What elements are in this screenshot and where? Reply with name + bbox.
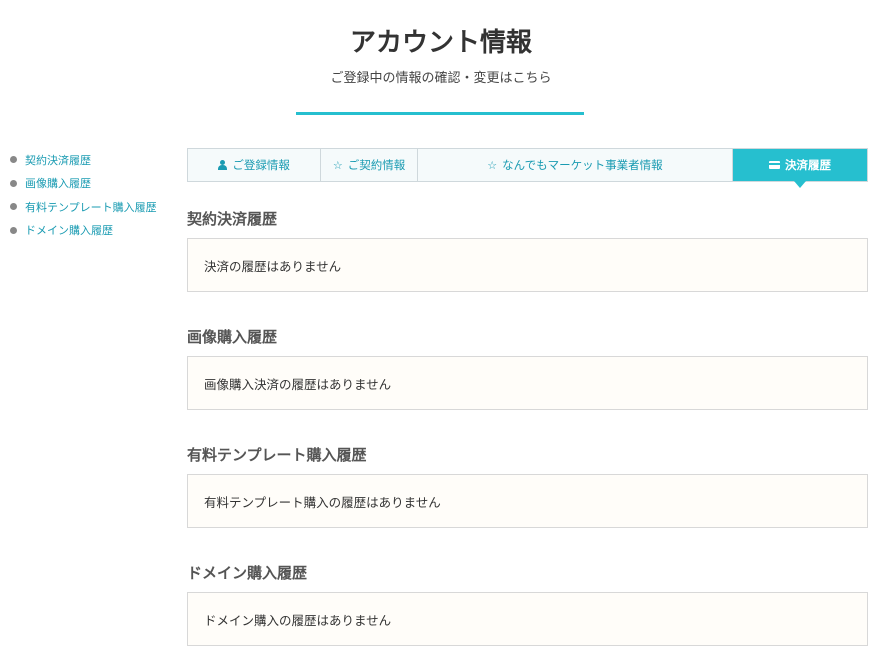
sidebar-item-label: 契約決済履歴 [25,153,91,167]
section-title-domain-purchase: ドメイン購入履歴 [187,564,308,582]
tab-registration-info[interactable]: ご登録情報 [188,149,322,181]
page-subtitle: ご登録中の情報の確認・変更はこちら [330,71,552,86]
sidebar-item-contract-payment-history[interactable]: 契約決済履歴 [10,148,180,172]
sidebar-item-label: 画像購入履歴 [25,177,91,191]
tab-market-business-info[interactable]: ☆ なんでもマーケット事業者情報 [417,149,733,181]
account-page: アカウント情報 ご登録中の情報の確認・変更はこちら 契約決済履歴 画像購入履歴 … [0,0,882,662]
user-icon [218,160,228,170]
star-icon: ☆ [487,158,498,172]
bullet-icon [10,179,17,187]
section-title-image-purchase: 画像購入履歴 [187,328,278,346]
star-icon: ☆ [332,158,343,172]
section-title-contract-payment: 契約決済履歴 [187,210,278,228]
section-title-template-purchase: 有料テンプレート購入履歴 [187,446,367,464]
empty-message: 有料テンプレート購入の履歴はありません [204,494,441,510]
page-title: アカウント情報 [349,28,532,58]
sidebar-item-label: ドメイン購入履歴 [25,224,113,238]
sidebar-nav: 契約決済履歴 画像購入履歴 有料テンプレート購入履歴 ドメイン購入履歴 [10,148,180,242]
sidebar-item-domain-purchase-history[interactable]: ドメイン購入履歴 [10,219,180,243]
sidebar-item-image-purchase-history[interactable]: 画像購入履歴 [10,172,180,196]
tab-payment-history[interactable]: 決済履歴 [732,149,867,188]
tab-label: なんでもマーケット事業者情報 [502,158,663,172]
section-box-contract-payment: 決済の履歴はありません [187,238,868,292]
credit-card-icon [768,161,780,169]
section-box-domain-purchase: ドメイン購入の履歴はありません [187,592,868,646]
tab-label: 決済履歴 [784,158,831,172]
bullet-icon [10,203,17,211]
tab-label: ご登録情報 [232,158,290,172]
empty-message: 画像購入決済の履歴はありません [204,376,392,392]
tab-contract-info[interactable]: ☆ ご契約情報 [321,149,418,181]
bullet-icon [10,226,17,234]
empty-message: 決済の履歴はありません [204,258,342,274]
empty-message: ドメイン購入の履歴はありません [204,612,392,628]
sidebar-item-label: 有料テンプレート購入履歴 [25,200,157,214]
title-underline [296,112,584,115]
bullet-icon [10,156,17,164]
section-box-template-purchase: 有料テンプレート購入の履歴はありません [187,474,868,528]
account-tabs: ご登録情報 ☆ ご契約情報 ☆ なんでもマーケット事業者情報 決済履歴 [187,148,868,188]
tab-label: ご契約情報 [347,158,406,172]
sidebar-item-template-purchase-history[interactable]: 有料テンプレート購入履歴 [10,195,180,219]
section-box-image-purchase: 画像購入決済の履歴はありません [187,356,868,410]
